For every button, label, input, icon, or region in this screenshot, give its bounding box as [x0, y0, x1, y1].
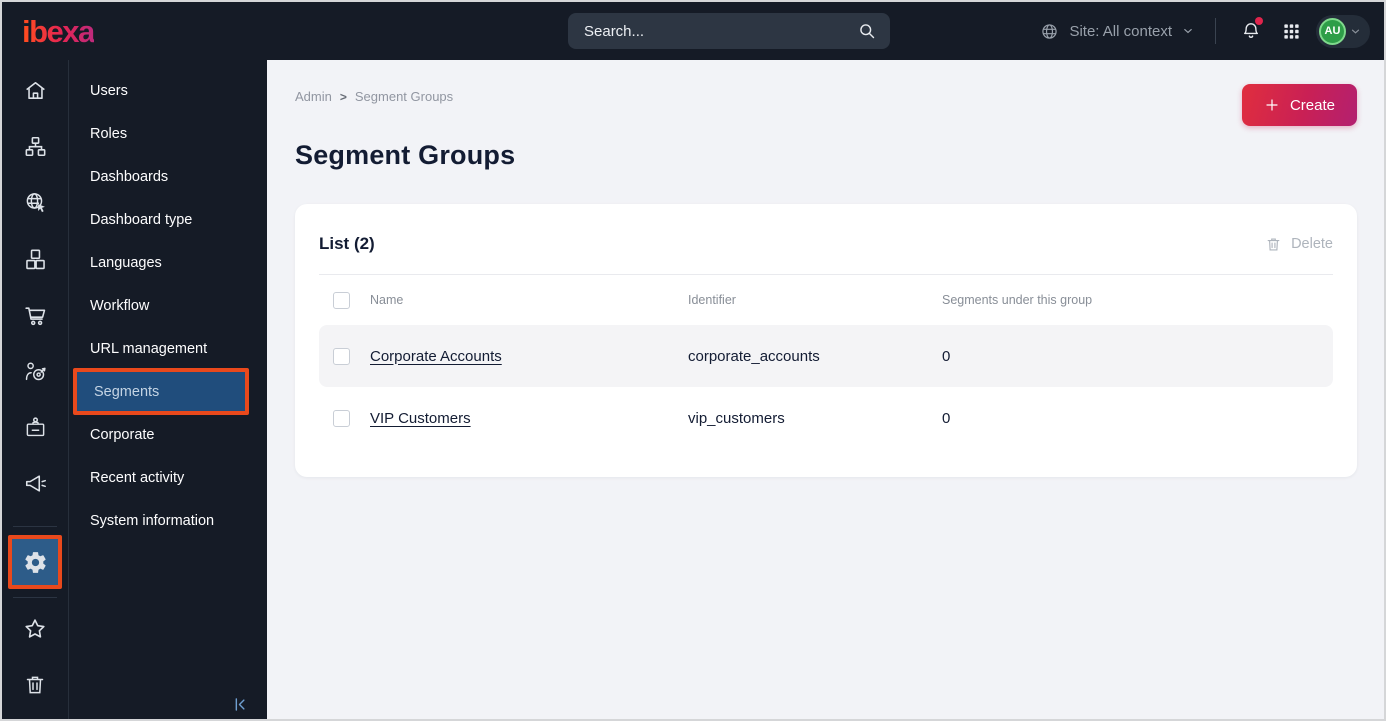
product-catalog-icon[interactable]	[12, 237, 58, 282]
delete-button-label: Delete	[1291, 236, 1333, 252]
breadcrumb-current: Segment Groups	[354, 89, 454, 104]
cell-segments-count: 0	[942, 409, 951, 427]
menu-item-workflow[interactable]: Workflow	[69, 284, 267, 327]
column-header-segments: Segments under this group	[942, 293, 1093, 307]
global-search[interactable]	[568, 13, 890, 49]
create-button[interactable]: Create	[1241, 84, 1357, 126]
segment-groups-list-card: List (2) Delete Name Identifier Segments…	[295, 204, 1357, 477]
chevron-down-icon	[1349, 25, 1362, 38]
menu-item-segments[interactable]: Segments	[73, 368, 249, 415]
commerce-cart-icon[interactable]	[12, 293, 58, 338]
ibexa-logo[interactable]: ibexa	[22, 16, 95, 47]
notifications-bell-icon[interactable]	[1236, 16, 1266, 46]
menu-item-users[interactable]: Users	[69, 69, 267, 112]
topbar-divider	[1215, 18, 1216, 44]
settings-gear-icon[interactable]	[8, 535, 62, 589]
list-count-title: List (2)	[319, 234, 375, 253]
menu-item-languages[interactable]: Languages	[69, 241, 267, 284]
campaigns-megaphone-icon[interactable]	[12, 461, 58, 506]
content-tree-icon[interactable]	[12, 124, 58, 169]
chevron-down-icon	[1181, 24, 1195, 38]
cell-identifier: vip_customers	[688, 409, 785, 427]
rail-divider	[13, 525, 57, 527]
menu-item-url-management[interactable]: URL management	[69, 327, 267, 370]
sidebar-collapse-icon[interactable]	[230, 695, 249, 714]
trash-icon[interactable]	[12, 663, 58, 708]
column-header-identifier: Identifier	[688, 293, 736, 307]
notification-dot	[1255, 17, 1263, 25]
icon-sidebar	[2, 60, 69, 719]
avatar: AU	[1319, 17, 1346, 45]
segment-group-link[interactable]: VIP Customers	[370, 410, 471, 427]
segment-group-link[interactable]: Corporate Accounts	[370, 348, 502, 365]
apps-grid-icon[interactable]	[1276, 16, 1306, 46]
breadcrumb: Admin > Segment Groups	[295, 84, 453, 104]
cell-identifier: corporate_accounts	[688, 347, 820, 365]
site-context-selector[interactable]: Site: All context	[1039, 21, 1195, 42]
row-checkbox[interactable]	[333, 409, 350, 427]
search-input[interactable]	[584, 22, 856, 40]
row-checkbox[interactable]	[333, 347, 350, 365]
table-header-row: Name Identifier Segments under this grou…	[319, 275, 1333, 325]
breadcrumb-separator: >	[339, 89, 347, 104]
home-icon[interactable]	[12, 68, 58, 113]
table-row: VIP Customers vip_customers 0	[319, 387, 1333, 449]
cell-segments-count: 0	[942, 347, 951, 365]
topbar-right-cluster: Site: All context AU	[1039, 2, 1370, 60]
menu-item-dashboards[interactable]: Dashboards	[69, 155, 267, 198]
app-window: ibexa Site: All context	[0, 0, 1386, 721]
search-icon[interactable]	[856, 20, 878, 42]
top-bar: ibexa Site: All context	[2, 2, 1384, 60]
menu-item-recent-activity[interactable]: Recent activity	[69, 456, 267, 499]
column-header-name: Name	[370, 293, 404, 307]
globe-icon	[1039, 21, 1060, 42]
page-title: Segment Groups	[295, 140, 516, 170]
admin-menu: Users Roles Dashboards Dashboard type La…	[69, 60, 267, 719]
corporate-badge-icon[interactable]	[12, 405, 58, 450]
table-row: Corporate Accounts corporate_accounts 0	[319, 325, 1333, 387]
menu-item-roles[interactable]: Roles	[69, 112, 267, 155]
user-menu[interactable]: AU	[1316, 14, 1370, 48]
personalization-icon[interactable]	[12, 349, 58, 394]
rail-divider	[13, 596, 57, 598]
bookmarks-star-icon[interactable]	[12, 607, 58, 652]
plus-icon	[1264, 97, 1280, 113]
breadcrumb-admin[interactable]: Admin	[295, 89, 332, 104]
main-content: Admin > Segment Groups Create Segment Gr…	[267, 60, 1384, 719]
select-all-checkbox[interactable]	[333, 291, 350, 309]
site-context-label: Site: All context	[1069, 22, 1172, 40]
menu-item-dashboard-type[interactable]: Dashboard type	[69, 198, 267, 241]
trash-icon	[1265, 236, 1282, 253]
menu-item-corporate[interactable]: Corporate	[69, 413, 267, 456]
site-icon[interactable]	[12, 180, 58, 225]
menu-item-system-information[interactable]: System information	[69, 499, 267, 542]
delete-button[interactable]: Delete	[1265, 236, 1333, 253]
create-button-label: Create	[1289, 96, 1335, 114]
